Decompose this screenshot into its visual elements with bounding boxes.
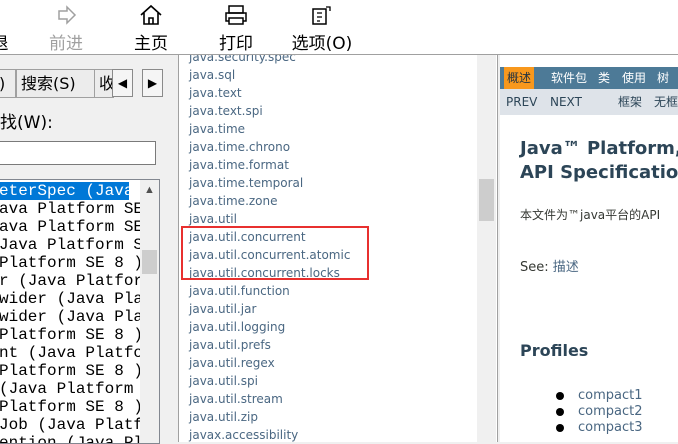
search-result-item[interactable]: Java Platform S bbox=[0, 236, 143, 254]
printer-icon bbox=[214, 4, 258, 26]
triangle-left-icon: ◀ bbox=[117, 76, 128, 90]
package-link[interactable]: java.util.jar bbox=[189, 302, 256, 316]
profile-list-item: compact1 bbox=[556, 388, 643, 403]
tab-scroll-right-button[interactable]: ▶ bbox=[142, 69, 163, 97]
nav-package[interactable]: 软件包 bbox=[548, 67, 590, 89]
package-list-scrollbar[interactable] bbox=[477, 55, 496, 442]
home-icon bbox=[128, 4, 174, 26]
sub-nav-bar: PREV NEXT 框架 无框 bbox=[500, 89, 678, 115]
find-label: 找(W): bbox=[0, 113, 53, 133]
options-icon bbox=[288, 4, 356, 26]
print-button-label: 打印 bbox=[219, 34, 253, 54]
tab-scroll-left-button[interactable]: ◀ bbox=[112, 69, 133, 97]
search-result-item[interactable]: ention (Java Pl bbox=[0, 434, 143, 443]
search-result-item[interactable]: wider (Java Pla bbox=[0, 308, 143, 326]
see-label: See: bbox=[520, 260, 549, 275]
search-result-item[interactable]: eterSpec (Java bbox=[0, 182, 133, 200]
search-result-item[interactable]: ava Platform SE bbox=[0, 218, 143, 236]
nav-tree[interactable]: 树 bbox=[654, 67, 672, 89]
bullet-icon bbox=[556, 423, 564, 432]
back-button-label: 退 bbox=[0, 29, 10, 54]
search-result-item[interactable]: (Java Platform bbox=[0, 380, 137, 398]
triangle-right-icon: ▶ bbox=[147, 76, 158, 90]
forward-button-label: 前进 bbox=[49, 34, 83, 54]
package-link[interactable]: java.time.zone bbox=[189, 194, 278, 208]
search-result-item[interactable]: Platform SE 8 ) bbox=[0, 362, 143, 380]
package-link[interactable]: javax.accessibility bbox=[189, 428, 298, 442]
search-result-item[interactable]: Job (Java Platf bbox=[0, 416, 143, 434]
nav-tabstrip: ) 搜索(S) 收 ◀ ▶ bbox=[0, 69, 174, 98]
tab-index[interactable]: ) bbox=[0, 69, 16, 98]
results-scrollbar[interactable]: ▲ bbox=[140, 180, 159, 443]
nav-use[interactable]: 使用 bbox=[619, 67, 649, 89]
page-title-line1: Java™ Platform, bbox=[520, 138, 678, 159]
package-link[interactable]: java.security.spec bbox=[189, 55, 296, 64]
package-link[interactable]: java.time.chrono bbox=[189, 140, 290, 154]
see-description-link[interactable]: 描述 bbox=[553, 260, 579, 275]
package-link[interactable]: java.util.stream bbox=[189, 392, 283, 406]
profiles-heading: Profiles bbox=[520, 341, 589, 360]
package-link[interactable]: java.util.zip bbox=[189, 410, 258, 424]
navigation-pane: ) 搜索(S) 收 ◀ ▶ 找(W): eterSpec (Javaava Pl… bbox=[0, 55, 174, 444]
bullet-icon bbox=[556, 407, 564, 416]
options-button[interactable]: 选项(O) bbox=[288, 4, 356, 54]
nav-overview[interactable]: 概述 bbox=[504, 67, 535, 89]
home-button[interactable]: 主页 bbox=[128, 4, 174, 54]
tab-favorites[interactable]: 收 bbox=[94, 69, 114, 98]
bullet-icon bbox=[556, 391, 564, 400]
search-result-item[interactable]: Platform SE 8 ) bbox=[0, 254, 143, 272]
annotation-highlight-box bbox=[181, 226, 369, 280]
package-link[interactable]: java.time.format bbox=[189, 158, 289, 172]
search-result-item[interactable]: Platform SE 8 ) bbox=[0, 326, 143, 344]
search-results-list[interactable]: eterSpec (Java ava Platform SE ava Platfor… bbox=[0, 179, 160, 444]
profile-link[interactable]: compact1 bbox=[578, 388, 643, 403]
back-button[interactable]: 退 bbox=[0, 4, 10, 54]
search-result-item[interactable]: r (Java Platfor bbox=[0, 272, 143, 290]
package-link[interactable]: java.text.spi bbox=[189, 104, 263, 118]
results-scroll-thumb[interactable] bbox=[142, 250, 157, 274]
package-link[interactable]: java.util bbox=[189, 212, 237, 226]
package-list-pane: java.security.spec java.sql java.text java.… bbox=[178, 55, 498, 442]
package-list-scroll-thumb[interactable] bbox=[479, 179, 494, 221]
back-arrow-icon bbox=[0, 4, 10, 26]
package-link[interactable]: java.util.function bbox=[189, 284, 290, 298]
profile-list-item: compact2 bbox=[556, 404, 643, 419]
page-title-line2: API Specification bbox=[520, 162, 678, 183]
scroll-up-icon[interactable]: ▲ bbox=[140, 184, 159, 198]
package-link[interactable]: java.time bbox=[189, 122, 245, 136]
toolbar: 退 前进 主页 打印 选项(O) bbox=[0, 0, 678, 55]
package-link[interactable]: java.text bbox=[189, 86, 242, 100]
print-button[interactable]: 打印 bbox=[214, 4, 258, 54]
page-description: 本文件为™java平台的API bbox=[520, 208, 661, 222]
page-title: Java™ Platform, API Specification bbox=[520, 137, 678, 185]
nav-class[interactable]: 类 bbox=[595, 67, 613, 89]
tab-search[interactable]: 搜索(S) bbox=[16, 69, 96, 98]
package-link[interactable]: java.util.regex bbox=[189, 356, 275, 370]
nav-no-frames[interactable]: 无框 bbox=[654, 89, 678, 115]
find-input[interactable] bbox=[0, 141, 156, 165]
forward-button[interactable]: 前进 bbox=[44, 4, 88, 54]
search-result-item[interactable]: nt (Java Platfo bbox=[0, 344, 143, 362]
forward-arrow-icon bbox=[44, 4, 88, 26]
package-link[interactable]: java.util.logging bbox=[189, 320, 285, 334]
profile-list-item: compact3 bbox=[556, 420, 643, 435]
package-link[interactable]: java.util.spi bbox=[189, 374, 258, 388]
package-link[interactable]: java.time.temporal bbox=[189, 176, 303, 190]
search-result-item[interactable]: Platform SE 8 ) bbox=[0, 398, 143, 416]
package-link[interactable]: java.sql bbox=[189, 68, 235, 82]
nav-prev[interactable]: PREV bbox=[506, 89, 537, 115]
document-pane: 概述 软件包 类 使用 树 PREV NEXT 框架 无框 Java™ Plat… bbox=[500, 55, 678, 442]
package-link[interactable]: java.util.prefs bbox=[189, 338, 271, 352]
profile-link[interactable]: compact3 bbox=[578, 420, 643, 435]
top-nav-bar: 概述 软件包 类 使用 树 bbox=[500, 67, 678, 89]
options-button-label: 选项(O) bbox=[291, 34, 353, 54]
see-also: See: 描述 bbox=[520, 256, 579, 275]
nav-frames[interactable]: 框架 bbox=[618, 89, 642, 115]
search-result-item[interactable]: wider (Java Pla bbox=[0, 290, 143, 308]
profile-link[interactable]: compact2 bbox=[578, 404, 643, 419]
home-button-label: 主页 bbox=[134, 34, 168, 54]
search-result-item[interactable]: ava Platform SE bbox=[0, 200, 143, 218]
nav-next[interactable]: NEXT bbox=[550, 89, 582, 115]
